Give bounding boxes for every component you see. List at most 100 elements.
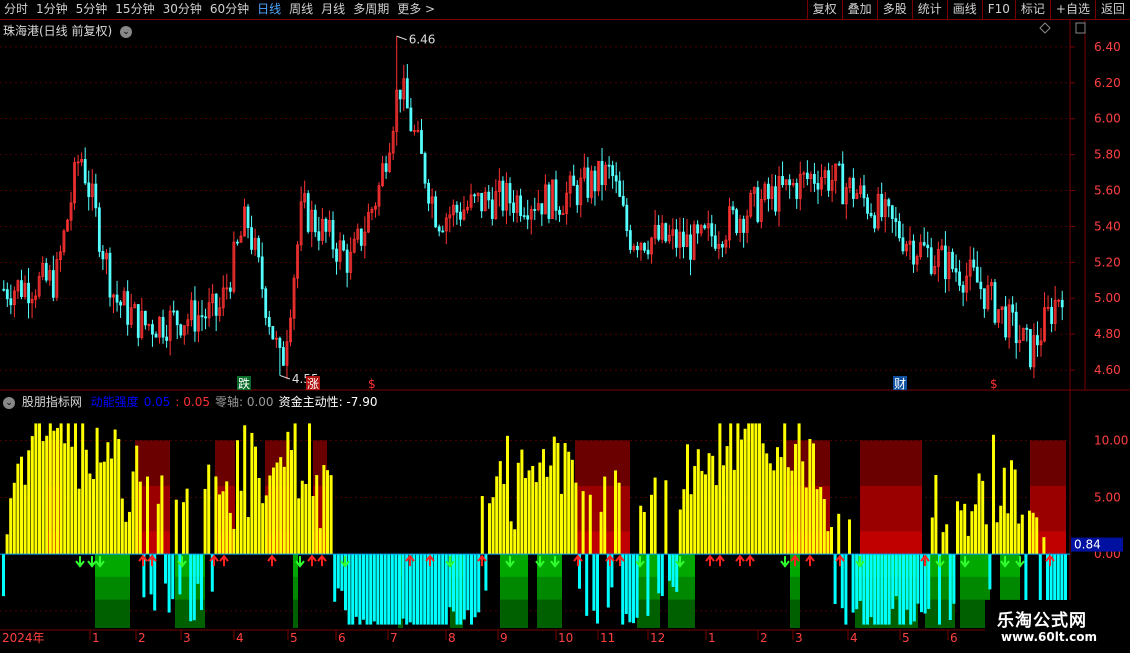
period-tab-3[interactable]: 15分钟 (111, 0, 158, 19)
candle-body (115, 294, 119, 303)
signal-zone-green (500, 554, 528, 577)
toolbar-button-1[interactable]: 叠加 (841, 0, 877, 19)
period-tab-2[interactable]: 5分钟 (72, 0, 112, 19)
high-pointer (396, 35, 407, 41)
indicator-bar (1002, 467, 1006, 555)
indicator-bar (866, 554, 869, 625)
candle-body (437, 226, 441, 232)
indicator-bar (786, 467, 790, 555)
indicator-bar (995, 522, 999, 555)
chevron-down-icon[interactable]: ⌄ (3, 396, 15, 409)
candle-body (958, 271, 961, 286)
candle-body (1036, 335, 1039, 346)
candle-body (405, 78, 409, 109)
indicator-bar (718, 423, 722, 555)
toolbar-button-5[interactable]: F10 (981, 0, 1015, 19)
candle-body (193, 300, 197, 332)
candle-body (154, 333, 158, 338)
candle-body (441, 230, 445, 233)
indicator-bar (1031, 512, 1035, 555)
candle-body (805, 172, 809, 179)
indicator-bar (106, 442, 110, 555)
indicator-bar (257, 477, 261, 555)
indicator-bar (992, 434, 995, 555)
legend-item-3: 零轴: 0.00 (214, 395, 274, 409)
candle-body (735, 209, 738, 233)
candle-body (982, 288, 986, 309)
indicator-bar (261, 503, 265, 555)
indicator-bar (797, 423, 801, 555)
period-tab-8[interactable]: 月线 (317, 0, 349, 19)
indicator-bar (556, 442, 560, 555)
indicator-bar (1020, 514, 1024, 555)
indicator-bar (1006, 513, 1010, 555)
indicator-bar (110, 458, 113, 555)
indicator-bar (848, 519, 851, 555)
indicator-bar (585, 554, 589, 616)
candle-body (1050, 306, 1054, 324)
candle-body (682, 231, 685, 248)
toolbar-button-7[interactable]: +自选 (1049, 0, 1095, 19)
candle-body (214, 293, 218, 316)
period-tab-1[interactable]: 1分钟 (32, 0, 72, 19)
indicator-bar (138, 481, 142, 555)
indicator-bar (394, 554, 398, 625)
indicator-bar (956, 501, 959, 555)
toolbar-button-3[interactable]: 统计 (911, 0, 947, 19)
period-tab-6[interactable]: 日线 (253, 0, 285, 19)
period-tab-5[interactable]: 60分钟 (206, 0, 253, 19)
candle-body (558, 209, 561, 215)
period-tab-0[interactable]: 分时 (0, 0, 32, 19)
indicator-bar (124, 521, 128, 555)
candle-body (873, 215, 877, 229)
candle-body (151, 324, 154, 335)
indicator-bar (977, 473, 981, 555)
indicator-bar (326, 470, 329, 555)
indicator-bar (650, 494, 653, 555)
indicator-bar (102, 461, 106, 555)
indicator-bar (765, 453, 769, 555)
indicator-bar (714, 485, 718, 555)
indicator-bar (333, 554, 337, 602)
toolbar-button-0[interactable]: 复权 (806, 0, 842, 19)
period-tab-10[interactable]: 更多 > (393, 0, 439, 19)
indicator-bar (182, 502, 185, 555)
indicator-bar (340, 554, 344, 591)
indicator-bar (416, 554, 419, 625)
x-axis-month: 1 (708, 631, 716, 645)
candle-body (172, 310, 176, 313)
candle-body (108, 252, 112, 298)
indicator-bar (934, 475, 938, 555)
candle-body (1014, 311, 1018, 344)
candle-body (359, 228, 363, 246)
candle-body (345, 249, 349, 273)
period-tab-9[interactable]: 多周期 (349, 0, 393, 19)
period-tab-4[interactable]: 30分钟 (159, 0, 206, 19)
indicator-bar (390, 554, 394, 625)
candle-body (1025, 327, 1029, 330)
indicator-bar (347, 554, 351, 625)
indicator-bar (632, 554, 635, 624)
chevron-down-icon[interactable]: ⌄ (120, 25, 133, 38)
indicator-bar (246, 517, 250, 555)
indicator-bar (41, 441, 45, 555)
indicator-bar (1010, 460, 1013, 555)
indicator-bar (383, 554, 387, 625)
indicator-bar (668, 554, 671, 581)
indicator-bar (779, 457, 783, 555)
toolbar-button-6[interactable]: 标记 (1014, 0, 1050, 19)
candle-body (897, 221, 901, 239)
kline-chart[interactable]: 6.40 6.20 6.00 5.80 5.60 5.40 5.20 5.00 4.80 4.60… (0, 20, 1130, 650)
candle-body (398, 89, 402, 100)
toolbar-button-8[interactable]: 返回 (1094, 0, 1130, 19)
indicator-bar (549, 465, 553, 555)
event-marker: 跌 (238, 376, 250, 391)
indicator-bar (1042, 537, 1046, 555)
toolbar-button-4[interactable]: 画线 (946, 0, 982, 19)
candle-body (547, 184, 551, 219)
period-tab-7[interactable]: 周线 (285, 0, 317, 19)
indicator-bar (221, 491, 225, 555)
candle-body (490, 199, 494, 219)
toolbar-button-2[interactable]: 多股 (876, 0, 912, 19)
indicator-bar (527, 470, 531, 555)
